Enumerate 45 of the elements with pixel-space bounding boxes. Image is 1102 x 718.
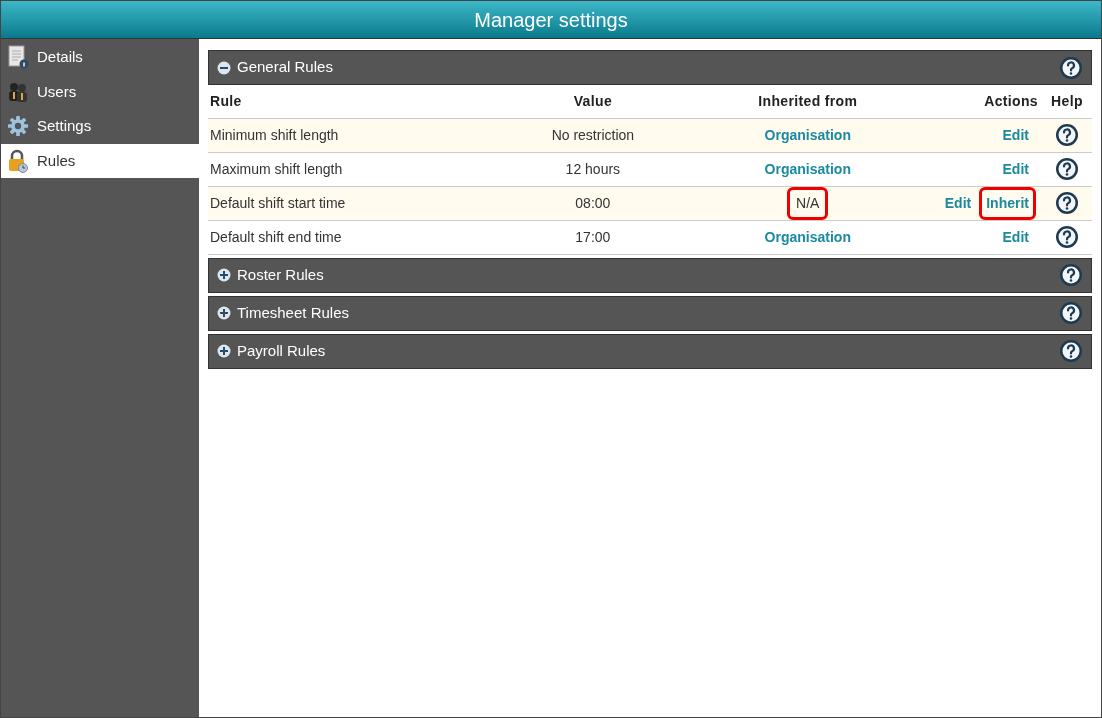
action-link[interactable]: Edit xyxy=(995,152,1036,186)
column-header: Inherited from xyxy=(677,85,938,118)
help-icon[interactable] xyxy=(1055,191,1079,215)
sidebar-item[interactable]: Rules xyxy=(1,143,199,178)
column-header: Actions xyxy=(937,85,1042,118)
table-cell: 17:00 xyxy=(507,220,678,254)
inherited-link[interactable]: Organisation xyxy=(755,118,860,152)
table-cell: No restriction xyxy=(507,118,678,152)
table-cell: Maximum shift length xyxy=(208,152,508,186)
section-header[interactable]: Timesheet Rules xyxy=(208,295,1092,331)
expand-icon[interactable] xyxy=(217,344,231,358)
column-header: Value xyxy=(507,85,678,118)
table-cell: 08:00 xyxy=(507,186,678,220)
table-cell: Minimum shift length xyxy=(208,118,508,152)
window-title: Manager settings xyxy=(474,7,628,33)
table-cell: Default shift start time xyxy=(208,186,508,220)
section-header[interactable]: Roster Rules xyxy=(208,257,1092,293)
section-header[interactable]: Payroll Rules xyxy=(208,333,1092,369)
help-icon[interactable] xyxy=(1055,225,1079,249)
expand-icon[interactable] xyxy=(217,268,231,282)
sidebar-item[interactable]: Settings xyxy=(1,109,199,144)
collapse-icon[interactable] xyxy=(217,60,231,75)
inherited-link[interactable]: Organisation xyxy=(755,220,860,254)
help-icon[interactable] xyxy=(1059,339,1083,363)
help-icon[interactable] xyxy=(1055,157,1079,181)
users-icon xyxy=(7,80,29,103)
inherited-link[interactable]: Organisation xyxy=(755,152,860,186)
sidebar-item[interactable]: Users xyxy=(1,74,199,109)
document-icon xyxy=(7,45,29,70)
help-icon[interactable] xyxy=(1059,55,1083,80)
table-cell: Default shift end time xyxy=(208,220,508,254)
table-cell: 12 hours xyxy=(507,152,678,186)
expand-icon[interactable] xyxy=(217,306,231,320)
sidebar-item[interactable]: Details xyxy=(1,40,199,75)
column-header: Help xyxy=(1042,85,1092,118)
action-link[interactable]: Edit xyxy=(937,186,979,220)
action-link[interactable]: Edit xyxy=(995,118,1036,152)
help-icon[interactable] xyxy=(1059,301,1083,325)
column-header: Rule xyxy=(208,85,508,118)
gear-icon xyxy=(7,115,29,138)
action-link[interactable]: Edit xyxy=(995,220,1036,254)
padlock-icon xyxy=(7,148,29,173)
help-icon[interactable] xyxy=(1059,263,1083,287)
section-header[interactable]: General Rules xyxy=(208,50,1092,85)
help-icon[interactable] xyxy=(1055,123,1079,147)
